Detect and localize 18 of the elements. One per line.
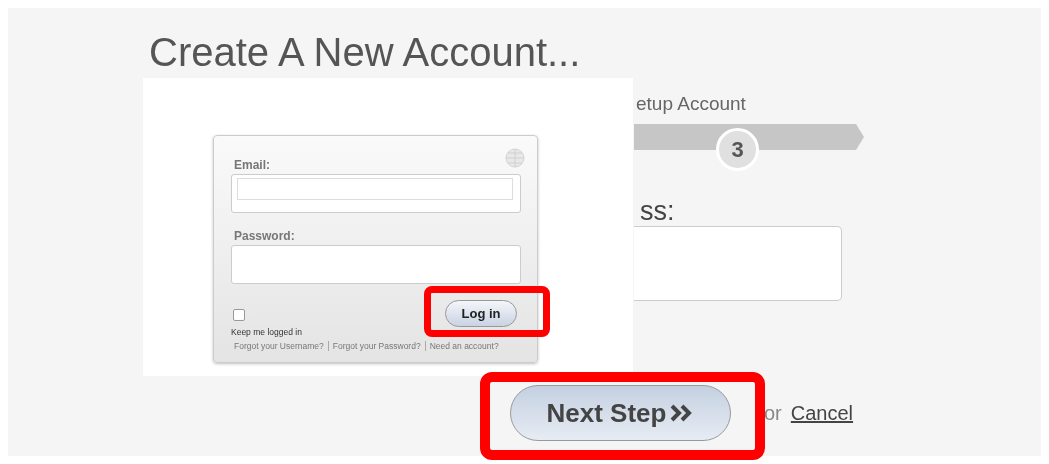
link[interactable]: Forgot your Password?: [327, 341, 425, 351]
keep-logged-in-label: Keep me logged in: [231, 327, 302, 337]
password-field[interactable]: [231, 245, 521, 284]
input-field[interactable]: [634, 226, 842, 301]
or-text: or: [764, 401, 782, 425]
email-label: Email:: [234, 158, 270, 172]
step-label: etup Account: [636, 93, 746, 115]
link[interactable]: Need an account?: [424, 341, 503, 351]
page-title: Create A New Account...: [148, 29, 581, 76]
globe-icon: [505, 148, 525, 168]
field-label: ss:: [640, 196, 675, 226]
login-button[interactable]: Log in: [445, 300, 517, 327]
password-label: Password:: [234, 229, 295, 243]
link[interactable]: Forgot your Username?: [231, 341, 328, 351]
checkbox[interactable]: [233, 309, 245, 321]
cancel-link[interactable]: Cancel: [790, 401, 854, 425]
next-step-button[interactable]: Next Step: [510, 385, 731, 441]
email-field[interactable]: [231, 174, 521, 213]
